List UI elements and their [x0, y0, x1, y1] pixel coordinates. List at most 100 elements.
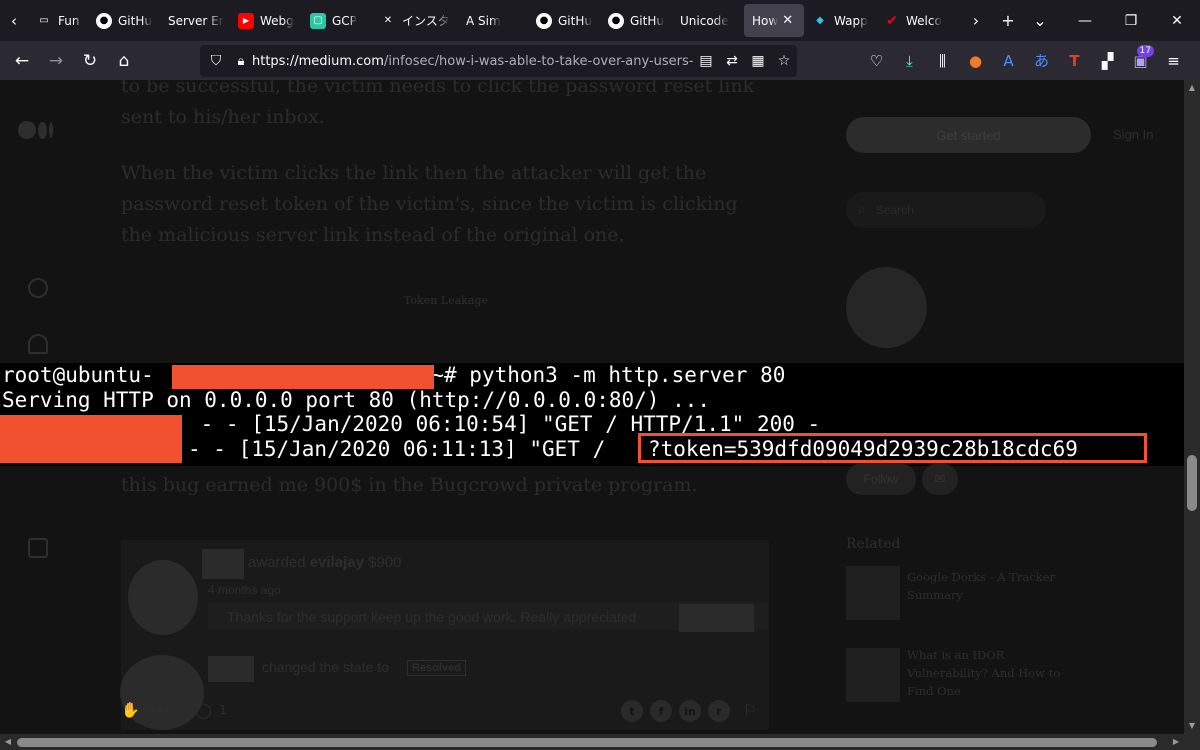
article-footer: ✋ 344 ◯ 1 t f in r ⚐: [121, 698, 769, 722]
clap-icon[interactable]: ✋: [121, 701, 140, 719]
tab-controls: › + ⌄: [960, 11, 1056, 30]
vertical-scrollbar[interactable]: ▲ ▼: [1184, 80, 1200, 734]
language-extension-icon[interactable]: あ: [1025, 41, 1058, 80]
tab-7[interactable]: ● GitHu: [528, 0, 600, 41]
twitter-share-icon[interactable]: t: [621, 700, 643, 722]
write-icon[interactable]: [28, 538, 48, 558]
tab-6[interactable]: A Sim: [458, 0, 528, 41]
follow-button[interactable]: Follow: [846, 463, 916, 495]
translate-extension-icon[interactable]: A: [992, 41, 1025, 80]
tab-label: Fun w: [58, 13, 82, 28]
tab-label: GitHu: [558, 13, 592, 28]
tab-2[interactable]: Server Erro: [160, 0, 230, 41]
toolbar-extensions: ♡ ⤓ ⫼ ● A あ T ▞ ▣ 17 ≡: [860, 41, 1190, 80]
related-heading: Related: [846, 536, 901, 552]
library-icon[interactable]: ⫼: [926, 41, 959, 80]
reader-view-icon[interactable]: ▤: [693, 53, 719, 69]
scroll-left-arrow-icon[interactable]: ◀: [0, 734, 16, 750]
tab-1[interactable]: ● GitHu: [88, 0, 160, 41]
search-placeholder: Search: [875, 203, 914, 217]
url-path: /infosec/how-i-was-able-to-take-over-any…: [383, 53, 693, 69]
response-icon[interactable]: ◯: [195, 701, 212, 719]
downloads-icon[interactable]: ⤓: [893, 41, 926, 80]
horizontal-scrollbar[interactable]: ◀ ▶: [0, 734, 1200, 750]
close-tab-icon[interactable]: ✕: [782, 13, 793, 28]
back-button[interactable]: ←: [5, 45, 39, 77]
window-controls: — ❐ ✕: [1062, 0, 1200, 41]
lock-icon[interactable]: 🔒︎: [230, 54, 252, 69]
vertical-scroll-thumb[interactable]: [1187, 455, 1197, 511]
terminal-prompt-start: root@ubuntu-: [2, 363, 154, 387]
subscribe-mail-icon[interactable]: ✉: [922, 463, 958, 495]
medium-logo[interactable]: [18, 120, 58, 140]
bookmark-star-icon[interactable]: ☆: [771, 53, 797, 69]
forward-button[interactable]: →: [39, 45, 73, 77]
translate-icon[interactable]: ⇄: [719, 53, 745, 69]
avatar: [128, 560, 198, 635]
menu-icon[interactable]: ≡: [1157, 41, 1190, 80]
get-started-button[interactable]: Get started: [846, 117, 1091, 153]
related-title[interactable]: What is an IDOR Vulnerability? And How t…: [907, 646, 1087, 700]
linkedin-share-icon[interactable]: in: [679, 700, 701, 722]
tab-4[interactable]: ▢ GCP: [302, 0, 372, 41]
tab-label: A Sim: [466, 13, 501, 28]
sign-in-link[interactable]: Sign In: [1113, 127, 1153, 142]
tab-10[interactable]: How ✕: [744, 4, 804, 37]
bookmark-icon[interactable]: ⚐: [743, 701, 756, 719]
search-input[interactable]: ⌕ Search: [846, 192, 1046, 228]
list-all-tabs-button[interactable]: ⌄: [1024, 11, 1056, 30]
tab-label: How: [752, 13, 779, 28]
extensions-badge: 17: [1136, 45, 1154, 57]
notifications-icon[interactable]: [28, 334, 48, 354]
scroll-up-arrow-icon[interactable]: ▲: [1184, 80, 1200, 96]
page-viewport: to be successful, the victim needs to cl…: [0, 80, 1184, 734]
home-nav-icon[interactable]: [28, 278, 48, 298]
tab-label: Unicode: [680, 13, 729, 28]
address-bar[interactable]: ⛉ 🔒︎ https://medium.com/infosec/how-i-wa…: [200, 45, 797, 77]
restore-button[interactable]: ❐: [1108, 0, 1154, 41]
tab-0[interactable]: ▭ Fun w: [28, 0, 88, 41]
awarded-text: awarded: [248, 554, 306, 571]
horizontal-scroll-thumb[interactable]: [17, 738, 1157, 747]
tab-5[interactable]: ✕ インスタ: [372, 0, 458, 41]
award-amount: $900: [368, 554, 402, 571]
new-tab-button[interactable]: +: [992, 11, 1024, 30]
tab-12[interactable]: ✔ Welco: [876, 0, 956, 41]
status-badge: Resolved: [407, 660, 466, 676]
comment-username: evilajay: [309, 554, 364, 571]
article-paragraph-2: When the victim clicks the link then the…: [121, 162, 738, 246]
grid-extension-icon[interactable]: ▞: [1091, 41, 1124, 80]
extensions-badge-icon[interactable]: ▣ 17: [1124, 41, 1157, 80]
tab-9[interactable]: Unicode: [672, 0, 744, 41]
qr-code-icon[interactable]: ▦: [745, 53, 771, 69]
scroll-right-arrow-icon[interactable]: ▶: [1168, 734, 1184, 750]
facebook-share-icon[interactable]: f: [650, 700, 672, 722]
reddit-share-icon[interactable]: r: [708, 700, 730, 722]
tab-scroll-left-button[interactable]: ‹: [0, 0, 28, 41]
related-title[interactable]: Google Dorks - A Tracker Summary: [907, 568, 1087, 604]
related-thumbnail[interactable]: [846, 566, 900, 620]
t-extension-icon[interactable]: T: [1058, 41, 1091, 80]
page-icon: ▭: [39, 15, 49, 26]
article-paragraph-1: to be successful, the victim needs to cl…: [121, 80, 755, 128]
related-thumbnail[interactable]: [846, 648, 900, 702]
tab-8[interactable]: ● GitHu: [600, 0, 672, 41]
url-text[interactable]: https://medium.com/infosec/how-i-was-abl…: [252, 54, 693, 69]
tab-label: GitHu: [118, 13, 152, 28]
pocket-icon[interactable]: ♡: [860, 41, 893, 80]
author-avatar[interactable]: [846, 267, 927, 348]
state-change-text: changed the state to: [262, 659, 389, 675]
home-button[interactable]: ⌂: [107, 45, 141, 77]
youtube-icon: ▶: [238, 12, 254, 29]
tab-scroll-right-button[interactable]: ›: [960, 11, 992, 30]
tab-11[interactable]: ◆ Wapp: [804, 0, 876, 41]
fox-extension-icon[interactable]: ●: [959, 41, 992, 80]
close-window-button[interactable]: ✕: [1154, 0, 1200, 41]
reload-button[interactable]: ↻: [73, 45, 107, 77]
tab-label: Webg: [260, 13, 294, 28]
tab-3[interactable]: ▶ Webg: [230, 0, 302, 41]
minimize-button[interactable]: —: [1062, 0, 1108, 41]
gcp-icon: ▢: [310, 12, 326, 29]
scroll-down-arrow-icon[interactable]: ▼: [1184, 718, 1200, 734]
tracking-protection-icon[interactable]: ⛉: [202, 53, 230, 69]
